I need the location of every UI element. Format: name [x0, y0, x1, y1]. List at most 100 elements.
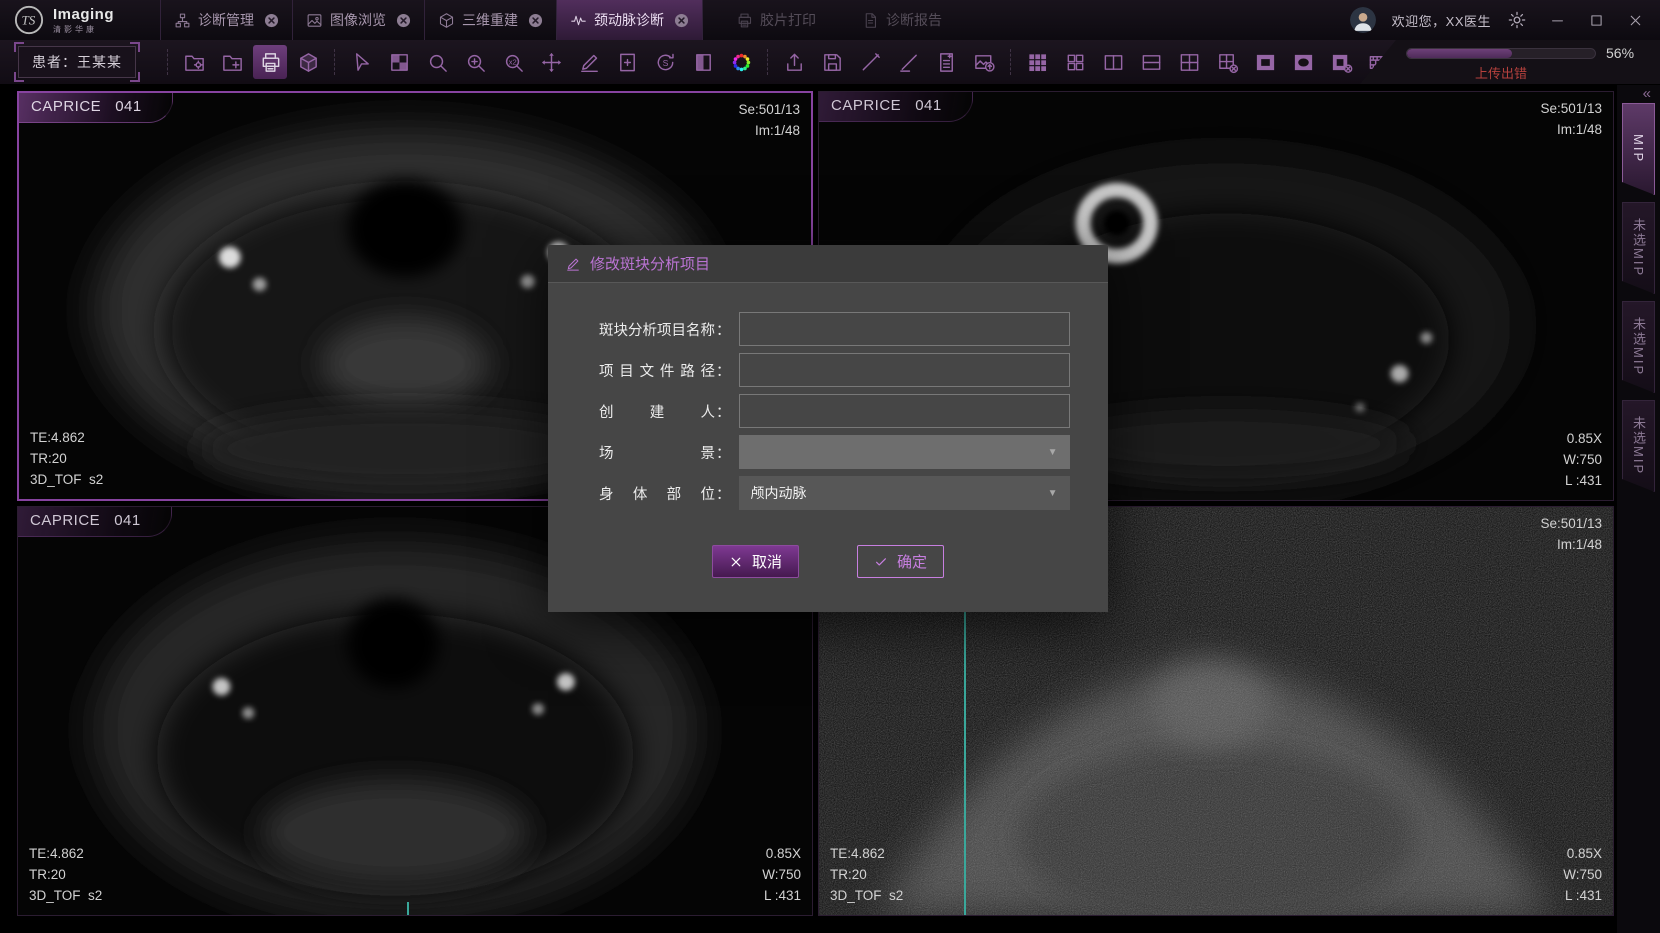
plaque-project-name-field[interactable]: [739, 312, 1070, 346]
cursor-button[interactable]: [344, 45, 378, 79]
maximize-button[interactable]: [1588, 12, 1605, 29]
series-number: 041: [915, 97, 942, 114]
layout-ellipse-button[interactable]: [1286, 45, 1320, 79]
region-add-button[interactable]: [610, 45, 644, 79]
close-button[interactable]: [1627, 12, 1644, 29]
overlay-im: Im:1/48: [1540, 120, 1602, 141]
dialog-title: 修改斑块分析项目: [590, 253, 710, 274]
rotate-scan-icon: S: [654, 51, 677, 74]
toolbar-divider: [1010, 49, 1011, 75]
printer-icon: [736, 12, 753, 29]
zoom-in-icon: [464, 51, 487, 74]
layout-close-button[interactable]: [1324, 45, 1358, 79]
probe-icon: [859, 51, 882, 74]
confirm-button[interactable]: 确定: [857, 545, 944, 578]
save-button[interactable]: [815, 45, 849, 79]
tab-label: 胶片打印: [760, 10, 816, 30]
layout-grid-4-small-button[interactable]: [1058, 45, 1092, 79]
invert-colors-button[interactable]: [382, 45, 416, 79]
overlay-sequence: 3D_TOF s2: [29, 886, 102, 907]
overlay-tr: TR:20: [830, 865, 903, 886]
overlay-series-info: Se:501/13Im:1/48: [738, 100, 800, 142]
layout-grid-9-button[interactable]: [1020, 45, 1054, 79]
tab-image-browse[interactable]: 图像浏览: [293, 0, 425, 40]
layout-split-v-button[interactable]: [1096, 45, 1130, 79]
side-tab-unselected-mip-1[interactable]: 未选MIP: [1622, 202, 1655, 294]
annotate-button[interactable]: [572, 45, 606, 79]
side-tab-unselected-mip-2[interactable]: 未选MIP: [1622, 301, 1655, 393]
cancel-button[interactable]: 取消: [712, 545, 799, 578]
label-colon: ：: [716, 360, 731, 381]
image-upload-button[interactable]: [967, 45, 1001, 79]
probe-button[interactable]: [853, 45, 887, 79]
app-window: TS Imaging 清影华康 诊断管理图像浏览三维重建颈动脉诊断胶片打印诊断报…: [0, 0, 1660, 933]
report-add-button[interactable]: [929, 45, 963, 79]
tab-close-icon[interactable]: [674, 13, 689, 28]
body-part-select-label: 身体部位: [599, 483, 715, 504]
toolbar-divider: [767, 49, 768, 75]
tab-3d-reconstruction[interactable]: 三维重建: [425, 0, 557, 40]
check-icon: [874, 555, 888, 569]
doc-tabs: 诊断管理图像浏览三维重建颈动脉诊断 胶片打印 诊断报告: [160, 0, 955, 40]
upload-error-text[interactable]: 上传出错: [1406, 63, 1596, 82]
layout-single-button[interactable]: [1248, 45, 1282, 79]
tab-carotid-diagnosis[interactable]: 颈动脉诊断: [557, 0, 703, 40]
search-button[interactable]: [420, 45, 454, 79]
folder-settings-button[interactable]: [177, 45, 211, 79]
overlay-sequence: 3D_TOF s2: [830, 886, 903, 907]
scene-select[interactable]: ▼: [739, 435, 1070, 469]
patient-label: 患者：王某某: [18, 46, 136, 78]
layout-split-h-icon: [1140, 51, 1163, 74]
tab-film-print[interactable]: 胶片打印: [723, 0, 829, 40]
tab-close-icon[interactable]: [528, 13, 543, 28]
project-file-path-field[interactable]: [739, 353, 1070, 387]
dialog-actions: 取消 确定: [548, 545, 1108, 578]
toolbar-divider: [167, 49, 168, 75]
series-number: 041: [115, 98, 142, 115]
overlay-display-info: 0.85XW:750L :431: [1563, 429, 1602, 492]
upload-button[interactable]: [777, 45, 811, 79]
creator-field[interactable]: [739, 394, 1070, 428]
overlay-window-level: L :431: [1563, 886, 1602, 907]
logo-name: Imaging: [53, 6, 114, 23]
zoom-in-button[interactable]: [458, 45, 492, 79]
minimize-button[interactable]: [1549, 12, 1566, 29]
color-palette-button[interactable]: [724, 45, 758, 79]
region-add-icon: [616, 51, 639, 74]
upload-progress-fill: [1407, 49, 1512, 58]
svg-text:x2: x2: [508, 57, 516, 66]
pencil-icon: [565, 256, 581, 272]
series-label-tab: CAPRICE041: [19, 93, 173, 123]
tab-close-icon[interactable]: [396, 13, 411, 28]
series-label-tab: CAPRICE041: [819, 92, 973, 122]
tab-diagnosis-report[interactable]: 诊断报告: [849, 0, 955, 40]
window-level-button[interactable]: [686, 45, 720, 79]
zoom-2x-button[interactable]: x2: [496, 45, 530, 79]
volume-3d-button[interactable]: [291, 45, 325, 79]
pan-button[interactable]: [534, 45, 568, 79]
body-part-select[interactable]: 颅内动脉▼: [739, 476, 1070, 510]
side-tab-mip[interactable]: MIP: [1622, 103, 1655, 195]
print-button[interactable]: [253, 45, 287, 79]
user-avatar[interactable]: [1350, 7, 1376, 33]
overlay-te: TE:4.862: [830, 844, 903, 865]
rotate-scan-button[interactable]: S: [648, 45, 682, 79]
probe-flat-button[interactable]: [891, 45, 925, 79]
save-icon: [821, 51, 844, 74]
folder-add-button[interactable]: [215, 45, 249, 79]
tab-close-icon[interactable]: [264, 13, 279, 28]
overlay-tr: TR:20: [29, 865, 102, 886]
collapse-panel-icon[interactable]: «: [1643, 86, 1651, 101]
layout-grid-4-button[interactable]: [1172, 45, 1206, 79]
creator-field-label: 创建人: [599, 401, 715, 422]
scene-select-row: 场景：▼: [599, 435, 1108, 469]
upload-progress-bar: [1406, 48, 1596, 59]
side-tab-unselected-mip-3[interactable]: 未选MIP: [1622, 400, 1655, 492]
folder-add-icon: [221, 51, 244, 74]
overlay-acquisition-info: TE:4.862TR:203D_TOF s2: [29, 844, 102, 907]
project-file-path-field-label: 项目文件路径: [599, 360, 715, 381]
settings-gear-icon[interactable]: [1507, 10, 1527, 30]
layout-split-h-button[interactable]: [1134, 45, 1168, 79]
tab-diagnosis-management[interactable]: 诊断管理: [160, 0, 293, 40]
layout-remove-cell-button[interactable]: [1210, 45, 1244, 79]
